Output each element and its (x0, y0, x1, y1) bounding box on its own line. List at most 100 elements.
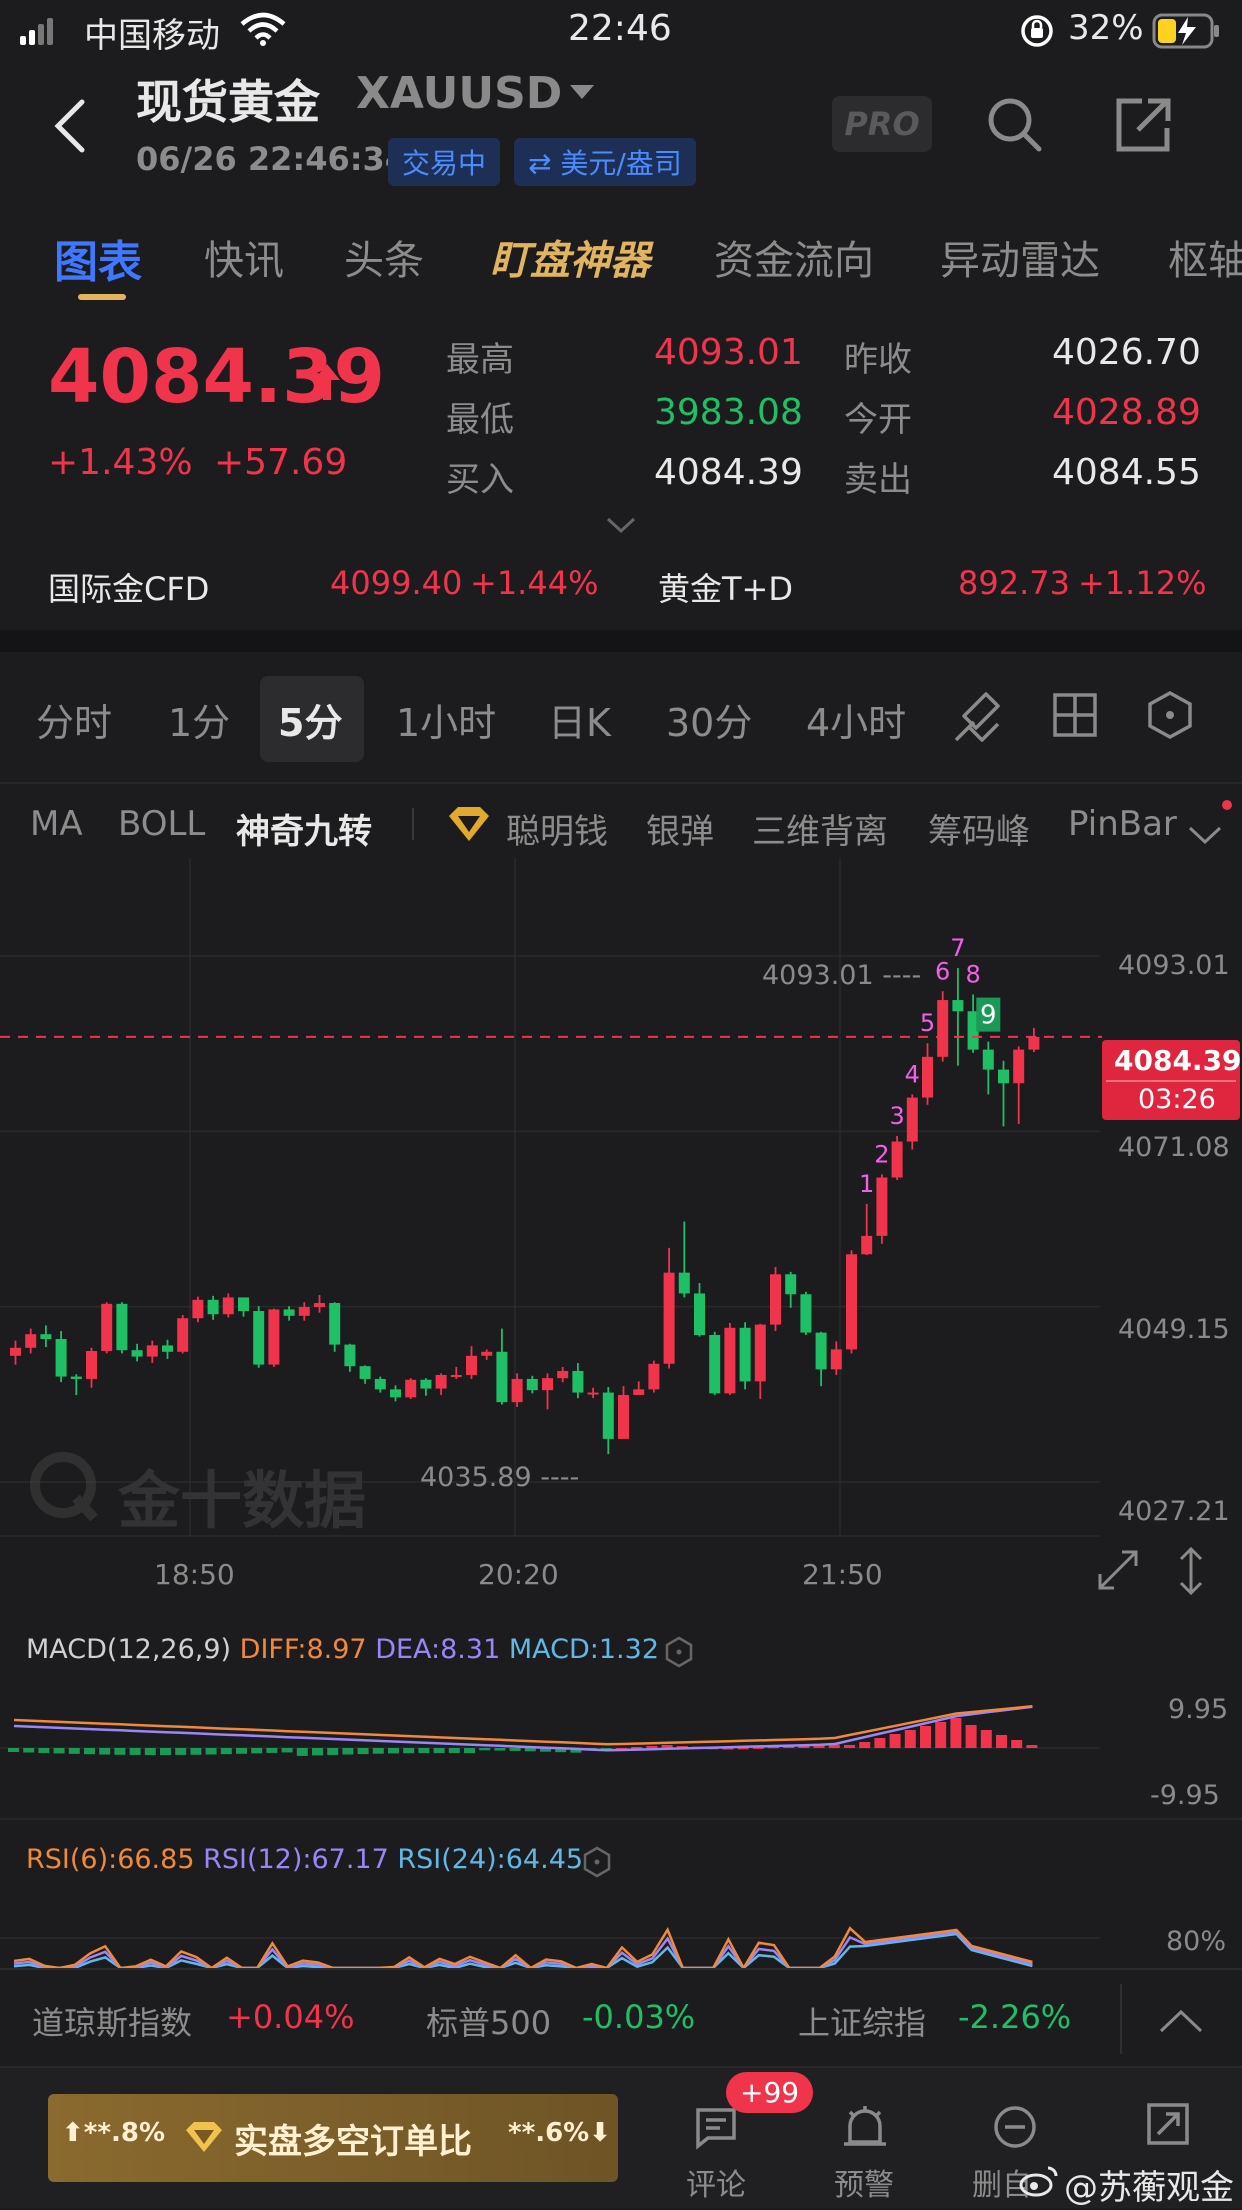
low-label: 最低 (446, 400, 514, 440)
macd-bar (266, 1748, 278, 1753)
current-price-label: 4084.39 (1114, 1044, 1242, 1077)
tab-headlines[interactable]: 头条 (344, 228, 424, 286)
candle-body (101, 1303, 113, 1351)
tab-watch-tool[interactable]: 盯盘神器 (490, 228, 650, 286)
change-amount: +57.69 (214, 442, 348, 483)
macd-y-bottom: -9.95 (1150, 1780, 1220, 1811)
index-dow-name[interactable]: 道琼斯指数 (32, 1998, 192, 2044)
candle-canvas[interactable]: 123456789 (0, 858, 1242, 1548)
indicator-tabs: MA BOLL 神奇九转 聪明钱 银弹 三维背离 筹码峰 PinBar (0, 782, 1242, 862)
period-30min[interactable]: 30分 (666, 692, 752, 747)
nav-alert[interactable]: 预警 (820, 2068, 910, 2210)
macd-bar (357, 1748, 369, 1755)
collapse-up-icon[interactable] (1158, 2004, 1204, 2042)
back-arrow-icon[interactable] (52, 98, 88, 158)
fullscreen-icon[interactable] (1096, 1548, 1140, 1596)
watermark-logo-icon (26, 1448, 100, 1526)
indicator-pinbar[interactable]: PinBar (1068, 804, 1180, 844)
expand-chevron-icon[interactable] (606, 516, 636, 538)
macd-bar (935, 1722, 947, 1748)
period-5min[interactable]: 5分 (278, 692, 342, 747)
axis-label-y-3: 4049.15 (1118, 1314, 1230, 1345)
indicator-boll[interactable]: BOLL (118, 804, 205, 844)
market-index-bar: 道琼斯指数 +0.04% 标普500 -0.03% 上证综指 -2.26% (0, 1968, 1242, 2066)
candle-body (283, 1309, 295, 1316)
tab-movement-radar[interactable]: 异动雷达 (940, 228, 1100, 286)
period-1hour[interactable]: 1小时 (396, 692, 496, 747)
instrument-symbol[interactable]: XAUUSD (356, 68, 562, 119)
watermark-text: 金十数据 (118, 1464, 367, 1537)
indicator-td-nine[interactable]: 神奇九转 (236, 804, 372, 853)
period-1min[interactable]: 1分 (168, 692, 230, 747)
draw-tool-icon[interactable] (952, 688, 1004, 751)
candle-body (253, 1311, 265, 1365)
candle-body (420, 1379, 432, 1389)
tab-chart[interactable]: 图表 (54, 226, 142, 290)
order-ratio-banner[interactable]: ⬆**.8% 实盘多空订单比 **.6%⬇ (48, 2094, 618, 2182)
settings-hexagon-icon[interactable] (1146, 690, 1194, 749)
indicator-smart-money[interactable]: 聪明钱 (506, 804, 608, 853)
layout-grid-icon[interactable] (1052, 692, 1098, 747)
td-number: 9 (980, 1001, 997, 1031)
more-chevron-icon[interactable] (1188, 814, 1222, 854)
candle-body (70, 1376, 82, 1379)
vertical-resize-icon[interactable] (1176, 1546, 1206, 1600)
indicator-divergence[interactable]: 三维背离 (752, 804, 888, 853)
index-shanghai-name[interactable]: 上证综指 (798, 1998, 926, 2044)
expand-icon[interactable] (1146, 2102, 1190, 2150)
alert-bell-icon (842, 2104, 888, 2158)
candle-body (709, 1335, 721, 1394)
period-timeshare[interactable]: 分时 (36, 692, 112, 747)
divider (1120, 1984, 1122, 2054)
macd-bar (494, 1748, 506, 1751)
comment-label: 评论 (686, 2168, 746, 2203)
candle-body (25, 1334, 37, 1348)
candle-body (1028, 1036, 1040, 1050)
index-sp500-name[interactable]: 标普500 (426, 1998, 551, 2044)
tab-pivot[interactable]: 枢轴 (1168, 228, 1242, 286)
up-arrow-icon (312, 362, 342, 406)
td-label[interactable]: 黄金T+D (658, 564, 793, 610)
indicator-chip-peak[interactable]: 筹码峰 (928, 804, 1030, 853)
symbol-dropdown-icon[interactable] (568, 82, 596, 106)
tab-flash-news[interactable]: 快讯 (204, 228, 284, 286)
indicator-ma[interactable]: MA (30, 804, 83, 844)
period-daily[interactable]: 日K (548, 692, 611, 747)
macd-bar (509, 1748, 521, 1751)
macd-bar (175, 1748, 187, 1755)
candle-body (785, 1274, 797, 1295)
period-tabs: 分时 1分 5分 1小时 日K 30分 4小时 (0, 652, 1242, 782)
macd-bar (38, 1748, 50, 1753)
candle-body (222, 1297, 234, 1315)
macd-panel[interactable]: MACD(12,26,9) DIFF:8.97 DEA:8.31 MACD:1.… (0, 1600, 1242, 1820)
search-icon[interactable] (984, 94, 1044, 158)
candle-body (511, 1378, 523, 1403)
rsi-panel[interactable]: RSI(6):66.85 RSI(12):67.17 RSI(24):64.45… (0, 1818, 1242, 1968)
candle-body (466, 1355, 477, 1375)
macd-bar (448, 1748, 460, 1754)
td-number: 2 (874, 1140, 889, 1168)
indicator-silver-bullet[interactable]: 银弹 (646, 804, 714, 853)
macd-bar (403, 1748, 415, 1754)
macd-bar (84, 1748, 95, 1755)
open-value: 4028.89 (1052, 392, 1201, 433)
instrument-title: 现货黄金 (136, 75, 320, 129)
candle-body (770, 1274, 781, 1325)
td-number: 7 (950, 934, 965, 962)
alert-label: 预警 (834, 2168, 894, 2203)
rotation-lock-icon (1020, 14, 1054, 57)
macd-bar (1026, 1745, 1038, 1748)
unit-toggle[interactable]: ⇄ 美元/盎司 (514, 138, 696, 186)
bid-value: 4084.39 (654, 452, 803, 493)
cfd-label[interactable]: 国际金CFD (48, 564, 209, 610)
share-icon[interactable] (1114, 96, 1174, 158)
candle-body (937, 1000, 949, 1057)
macd-bar (524, 1748, 536, 1752)
tab-capital-flow[interactable]: 资金流向 (714, 228, 874, 286)
pro-badge[interactable]: PRO (832, 96, 932, 152)
period-4hour[interactable]: 4小时 (806, 692, 906, 747)
candle-body (891, 1141, 903, 1178)
high-value: 4093.01 (654, 332, 803, 373)
macd-bar (920, 1726, 931, 1748)
candlestick-chart[interactable]: 123456789 金十数据 4035.89 ---- 4093.01 ----… (0, 858, 1242, 1596)
